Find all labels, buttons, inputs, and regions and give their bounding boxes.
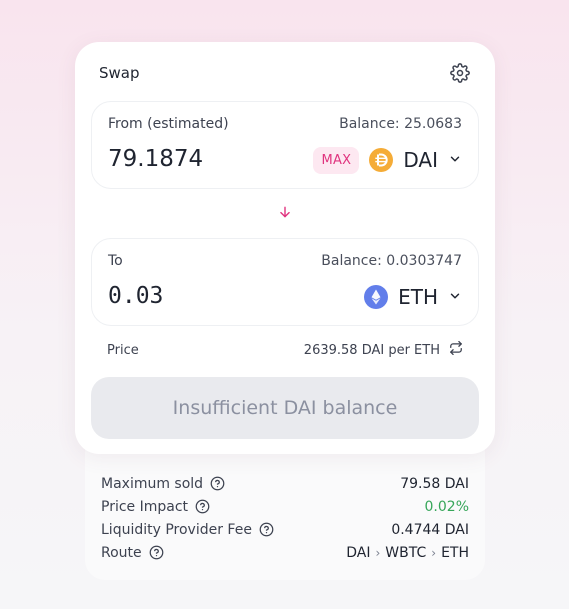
swap-card: Swap From (estimated) Balance: 25.0683 M… <box>75 42 495 454</box>
maximum-sold-label: Maximum sold <box>101 475 204 492</box>
swap-title: Swap <box>99 64 140 82</box>
gear-icon[interactable] <box>449 62 471 84</box>
chevron-down-icon <box>448 151 462 170</box>
lp-fee-label: Liquidity Provider Fee <box>101 521 252 538</box>
price-row: Price 2639.58 DAI per ETH <box>107 340 463 359</box>
to-token-name: ETH <box>398 285 438 309</box>
help-circle-icon[interactable] <box>210 476 225 491</box>
detail-row-route: Route DAI › WBTC › ETH <box>101 541 469 564</box>
route-hop: ETH <box>441 544 469 561</box>
price-impact-label: Price Impact <box>101 498 189 515</box>
price-impact-value: 0.02% <box>424 498 469 515</box>
swap-horizontal-icon[interactable] <box>449 340 463 359</box>
help-circle-icon[interactable] <box>195 499 210 514</box>
route-hop: DAI <box>346 544 371 561</box>
detail-row-price-impact: Price Impact 0.02% <box>101 495 469 518</box>
eth-token-icon <box>364 285 389 309</box>
from-amount-input[interactable] <box>108 146 278 172</box>
swap-details-panel: Maximum sold 79.58 DAI Price Impact 0.02… <box>85 432 485 580</box>
to-token-selector[interactable]: ETH <box>364 285 462 309</box>
to-label: To <box>108 253 123 269</box>
to-balance: Balance: 0.0303747 <box>321 253 462 269</box>
chevron-right-icon: › <box>375 545 381 560</box>
chevron-down-icon <box>448 288 462 307</box>
from-token-name: DAI <box>403 148 438 172</box>
detail-row-lp-fee: Liquidity Provider Fee 0.4744 DAI <box>101 518 469 541</box>
route-label: Route <box>101 544 142 561</box>
dai-token-icon <box>369 148 394 172</box>
max-button[interactable]: MAX <box>313 146 360 174</box>
help-circle-icon[interactable] <box>259 522 274 537</box>
price-label: Price <box>107 342 139 358</box>
from-token-panel: From (estimated) Balance: 25.0683 MAX DA… <box>91 101 479 189</box>
price-value: 2639.58 DAI per ETH <box>303 342 440 358</box>
to-token-panel: To Balance: 0.0303747 ETH <box>91 238 479 326</box>
maximum-sold-value: 79.58 DAI <box>400 475 469 492</box>
to-amount-input[interactable] <box>108 283 278 309</box>
from-label: From (estimated) <box>108 116 229 132</box>
lp-fee-value: 0.4744 DAI <box>391 521 469 538</box>
route-path: DAI › WBTC › ETH <box>346 545 469 561</box>
from-balance: Balance: 25.0683 <box>339 116 462 132</box>
route-hop: WBTC <box>385 544 427 561</box>
swap-action-button[interactable]: Insufficient DAI balance <box>91 377 479 439</box>
swap-header: Swap <box>99 62 471 84</box>
chevron-right-icon: › <box>431 545 437 560</box>
from-token-selector[interactable]: DAI <box>369 148 462 172</box>
detail-row-maximum-sold: Maximum sold 79.58 DAI <box>101 472 469 495</box>
arrow-down-icon[interactable] <box>278 204 292 220</box>
help-circle-icon[interactable] <box>149 545 164 560</box>
